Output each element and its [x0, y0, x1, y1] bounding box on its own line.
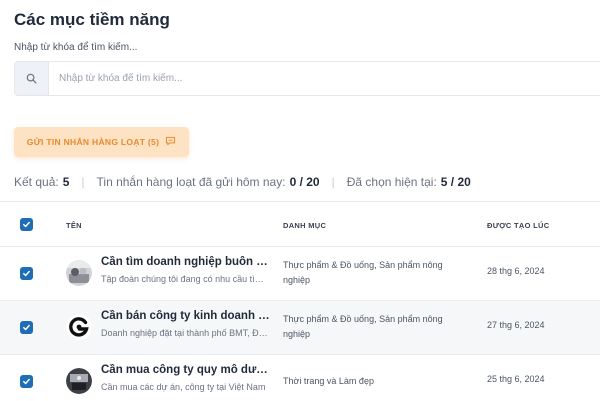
lead-thumbnail	[66, 368, 92, 394]
select-all-checkbox[interactable]	[20, 218, 33, 231]
lead-title[interactable]: Cần bán công ty kinh doanh cà phê	[101, 310, 271, 322]
lead-category: Thời trang và Làm đẹp	[283, 376, 374, 386]
search-icon[interactable]	[15, 62, 49, 95]
bulk-message-button[interactable]: GỬI TIN NHẮN HÀNG LOẠT (5)	[14, 127, 189, 157]
table-row[interactable]: Cần mua công ty quy mô dưới 50 nhân sự C…	[0, 355, 600, 401]
stats-bar: Kết quả: 5 | Tin nhắn hàng loạt đã gửi h…	[14, 175, 471, 189]
results-count: 5	[62, 175, 70, 189]
lead-category: Thực phẩm & Đồ uống, Sản phẩm nông nghiệ…	[283, 314, 443, 339]
table-row[interactable]: Cần tìm doanh nghiệp buôn bán thực phẩm …	[0, 247, 600, 301]
sent-today-label: Tin nhắn hàng loạt đã gửi hôm nay:	[96, 175, 286, 189]
selected-value: 5 / 20	[440, 175, 471, 189]
company-logo-icon	[66, 314, 92, 340]
column-header-name[interactable]: TÊN	[66, 221, 82, 230]
lead-description: Cần mua các dự án, công ty tại Việt Nam	[101, 382, 266, 392]
bulk-message-label: GỬI TIN NHẮN HÀNG LOẠT (5)	[26, 137, 160, 147]
row-checkbox[interactable]	[20, 321, 33, 334]
leads-table: TÊN DANH MỤC ĐƯỢC TẠO LÚC Cần tìm doanh …	[0, 201, 600, 401]
lead-title[interactable]: Cần tìm doanh nghiệp buôn bán thực phẩm	[101, 256, 271, 268]
chat-icon	[165, 136, 176, 148]
selected-label: Đã chọn hiện tại:	[346, 175, 437, 189]
page-title: Các mục tiềm năng	[14, 10, 170, 29]
lead-description: Doanh nghiệp đặt tại thành phố BMT, Đắk …	[101, 328, 271, 338]
lead-description: Tập đoàn chúng tôi đang có nhu cầu tìm k…	[101, 274, 271, 284]
lead-title[interactable]: Cần mua công ty quy mô dưới 50 nhân sự	[101, 364, 271, 376]
lead-category: Thực phẩm & Đồ uống, Sản phẩm nông nghiệ…	[283, 260, 443, 285]
lead-created-date: 25 thg 6, 2024	[487, 374, 545, 384]
search-label: Nhập từ khóa để tìm kiếm...	[14, 42, 138, 53]
lead-thumbnail	[66, 260, 92, 286]
row-checkbox[interactable]	[20, 267, 33, 280]
table-header: TÊN DANH MỤC ĐƯỢC TẠO LÚC	[0, 201, 600, 247]
sent-today-value: 0 / 20	[289, 175, 320, 189]
column-header-created[interactable]: ĐƯỢC TẠO LÚC	[487, 221, 549, 230]
results-label: Kết quả:	[14, 175, 59, 189]
search-input[interactable]	[49, 62, 600, 95]
column-header-category[interactable]: DANH MỤC	[283, 221, 326, 230]
lead-created-date: 27 thg 6, 2024	[487, 320, 545, 330]
row-checkbox[interactable]	[20, 375, 33, 388]
table-row[interactable]: Cần bán công ty kinh doanh cà phê Doanh …	[0, 301, 600, 355]
search-box[interactable]	[14, 61, 600, 96]
stats-divider: |	[331, 175, 335, 189]
lead-created-date: 28 thg 6, 2024	[487, 266, 545, 276]
stats-divider: |	[81, 175, 85, 189]
